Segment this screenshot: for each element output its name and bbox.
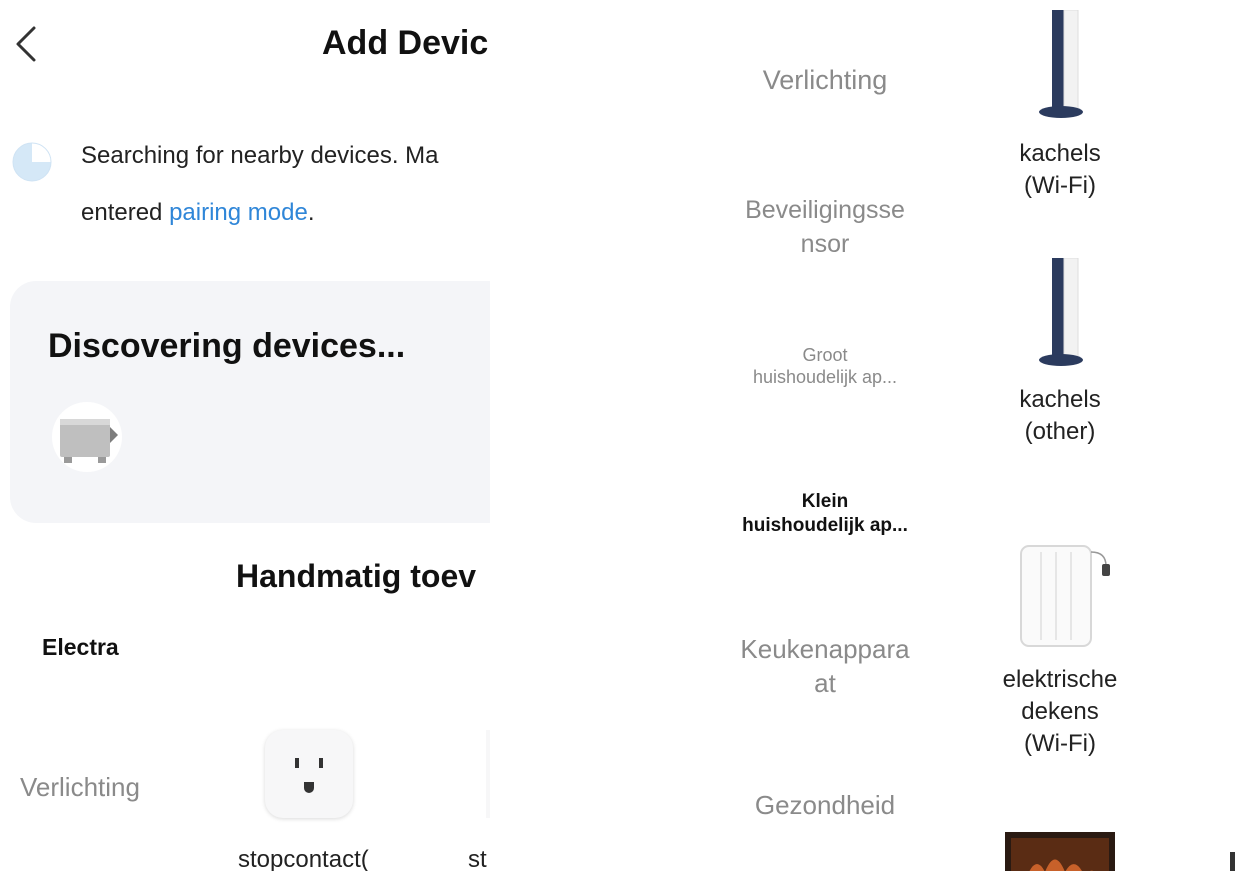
- category-line: Keukenappara: [740, 634, 910, 664]
- category-line: Klein: [801, 491, 849, 512]
- product-line: elektrische: [1002, 666, 1118, 693]
- heater-panel-icon[interactable]: [52, 401, 122, 473]
- scroll-edge-mark: [1230, 852, 1235, 871]
- category-beveiligingssensor[interactable]: Beveiligingsse nsor: [720, 193, 930, 261]
- discovering-title: Discovering devices...: [48, 327, 406, 365]
- category-klein-huishoudelijk-selected[interactable]: Klein huishoudelijk ap...: [720, 490, 930, 538]
- category-line: Beveiligingsse: [745, 196, 905, 224]
- category-browser-panel: Verlichting Beveiligingsse nsor Groot hu…: [720, 0, 1243, 871]
- search-prefix: entered: [81, 199, 170, 226]
- category-line: huishoudelijk ap...: [742, 515, 908, 536]
- add-device-panel: Add Devic Searching for nearby devices. …: [0, 0, 490, 871]
- category-line: Groot: [802, 345, 848, 365]
- search-status-text: Searching for nearby devices. Ma: [81, 142, 439, 169]
- search-suffix: .: [307, 199, 315, 226]
- product-line: (Wi-Fi): [1024, 172, 1096, 199]
- category-line: huishoudelijk ap...: [752, 367, 898, 387]
- product-line: (Wi-Fi): [1024, 730, 1096, 757]
- product-label-partial: st: [468, 846, 487, 871]
- product-line: dekens: [1021, 698, 1099, 725]
- blanket-icon[interactable]: [1016, 538, 1116, 648]
- back-arrow-icon[interactable]: [8, 22, 48, 66]
- product-line: kachels: [1019, 386, 1101, 413]
- heater-icon[interactable]: [1036, 258, 1086, 368]
- category-line: nsor: [800, 230, 850, 258]
- discovering-card: Discovering devices...: [10, 281, 490, 523]
- search-status-text-2: entered pairing mode.: [81, 199, 315, 227]
- manual-add-title: Handmatig toev: [236, 558, 477, 594]
- outlet-icon: [295, 758, 323, 793]
- fireplace-icon[interactable]: [1005, 832, 1115, 871]
- category-groot-huishoudelijk[interactable]: Groot huishoudelijk ap...: [720, 344, 930, 388]
- pairing-mode-link[interactable]: pairing mode: [169, 199, 308, 226]
- category-verlichting[interactable]: Verlichting: [20, 772, 140, 803]
- category-gezondheid[interactable]: Gezondheid: [720, 790, 930, 821]
- searching-spinner-icon: [12, 142, 52, 182]
- category-verlichting[interactable]: Verlichting: [720, 65, 930, 96]
- product-label-kachels-wifi[interactable]: kachels (Wi-Fi): [965, 138, 1155, 202]
- category-keukenapparaat[interactable]: Keukenappara at: [720, 632, 930, 700]
- page-title: Add Devic: [322, 24, 489, 62]
- product-line: (other): [1024, 418, 1096, 445]
- product-label-kachels-other[interactable]: kachels (other): [965, 384, 1155, 448]
- product-tile-outlet[interactable]: [265, 730, 353, 818]
- product-label: stopcontact(: [238, 846, 369, 871]
- product-line: kachels: [1019, 140, 1101, 167]
- heater-icon[interactable]: [1036, 10, 1086, 120]
- category-line: at: [814, 668, 836, 698]
- brand-label: Electra: [42, 634, 119, 660]
- divider-gap: [490, 0, 720, 871]
- product-label-elektrische-dekens[interactable]: elektrische dekens (Wi-Fi): [965, 664, 1155, 760]
